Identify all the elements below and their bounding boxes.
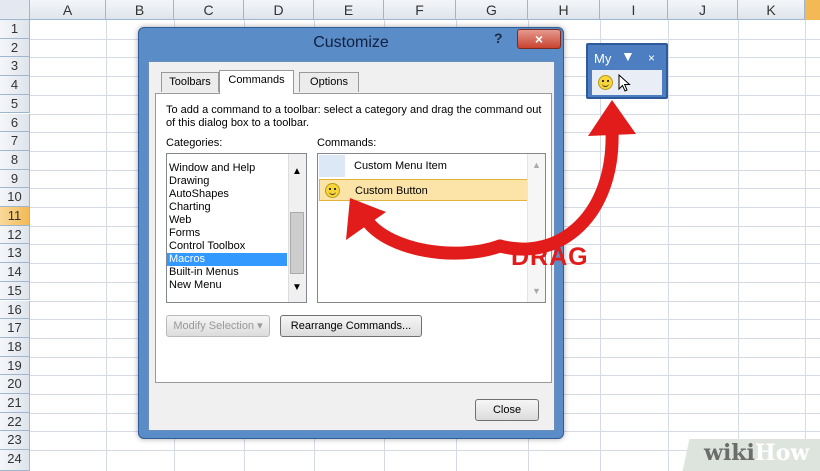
column-header-g[interactable]: G [456, 0, 528, 20]
row-header-5[interactable]: 5 [0, 94, 30, 114]
tab-options[interactable]: Options [299, 72, 359, 92]
dialog-client-area: Toolbars Commands Options To add a comma… [148, 61, 555, 431]
list-item[interactable]: Built-in Menus [167, 266, 287, 279]
row-header-8[interactable]: 8 [0, 150, 30, 170]
row-header-10[interactable]: 10 [0, 188, 30, 207]
row-header-4[interactable]: 4 [0, 76, 30, 95]
toolbar-title: My [594, 51, 612, 66]
row-header-19[interactable]: 19 [0, 356, 30, 376]
smiley-icon[interactable] [598, 75, 613, 90]
drag-label: DRAG [511, 243, 589, 271]
scroll-down-icon[interactable]: ▼ [532, 286, 541, 296]
row-header-15[interactable]: 15 [0, 281, 30, 301]
commands-tab-panel: To add a command to a toolbar: select a … [155, 93, 552, 383]
row-header-18[interactable]: 18 [0, 337, 30, 357]
column-header-e[interactable]: E [314, 0, 384, 20]
list-item[interactable]: Drawing [167, 175, 287, 188]
smiley-icon [320, 180, 346, 202]
commands-label: Commands: [317, 137, 377, 149]
row-header-3[interactable]: 3 [0, 57, 30, 77]
list-item[interactable]: AutoShapes [167, 188, 287, 201]
close-button[interactable]: Close [475, 399, 539, 421]
commands-list[interactable]: Custom Menu Item Custom Button ▲ ▼ [317, 153, 546, 303]
categories-list[interactable]: Window and Help Drawing AutoShapes Chart… [166, 153, 307, 303]
row-header-11[interactable]: 11 [0, 207, 30, 226]
commands-scrollbar[interactable]: ▲ ▼ [527, 154, 545, 302]
list-item[interactable]: Web [167, 214, 287, 227]
blank-icon [319, 155, 345, 177]
close-icon[interactable]: × [648, 51, 655, 65]
grid-line [805, 20, 806, 471]
watermark-logo: wikiHow [704, 440, 810, 466]
scrollbar-thumb[interactable] [290, 212, 304, 274]
row-header-1[interactable]: 1 [0, 20, 30, 39]
command-label: Custom Button [355, 185, 428, 197]
column-header-b[interactable]: B [106, 0, 174, 20]
command-custom-button[interactable]: Custom Button [319, 179, 529, 201]
scroll-up-icon[interactable]: ▲ [292, 166, 302, 177]
list-item[interactable]: Window and Help [167, 162, 287, 175]
row-header-23[interactable]: 23 [0, 431, 30, 451]
grid-line [738, 20, 739, 471]
list-item[interactable]: Control Toolbox [167, 240, 287, 253]
dialog-close-button[interactable]: × [517, 29, 561, 49]
row-header-17[interactable]: 17 [0, 319, 30, 338]
row-header-24[interactable]: 24 [0, 450, 30, 471]
modify-selection-button[interactable]: Modify Selection ▾ [166, 315, 270, 337]
categories-scrollbar[interactable]: ▲ ▼ [288, 154, 306, 302]
help-button[interactable]: ? [494, 30, 503, 46]
row-header-2[interactable]: 2 [0, 38, 30, 58]
row-header-6[interactable]: 6 [0, 113, 30, 133]
column-header-f[interactable]: F [384, 0, 456, 20]
categories-list-items: Window and Help Drawing AutoShapes Chart… [167, 162, 287, 292]
scroll-down-icon[interactable]: ▼ [292, 282, 302, 293]
column-header-j[interactable]: J [668, 0, 738, 20]
row-header-12[interactable]: 12 [0, 225, 30, 245]
chevron-down-icon[interactable]: ▼ [621, 48, 635, 64]
select-all-corner[interactable] [0, 0, 30, 20]
column-header-a[interactable]: A [30, 0, 106, 20]
grid-line [106, 20, 107, 471]
row-header-7[interactable]: 7 [0, 132, 30, 151]
command-label: Custom Menu Item [354, 160, 447, 172]
row-header-21[interactable]: 21 [0, 394, 30, 413]
column-header-i[interactable]: I [600, 0, 668, 20]
column-header-c[interactable]: C [174, 0, 244, 20]
cursor-icon [618, 74, 631, 92]
rearrange-commands-button[interactable]: Rearrange Commands... [280, 315, 422, 337]
instruction-text: To add a command to a toolbar: select a … [166, 104, 542, 129]
list-item-selected[interactable]: Macros [167, 253, 287, 266]
custom-toolbar[interactable]: My ▼ × [586, 43, 668, 99]
row-header-9[interactable]: 9 [0, 169, 30, 189]
tab-toolbars[interactable]: Toolbars [161, 72, 219, 92]
column-header-d[interactable]: D [244, 0, 314, 20]
row-header-20[interactable]: 20 [0, 375, 30, 394]
scroll-up-icon[interactable]: ▲ [532, 160, 541, 170]
column-header-k[interactable]: K [738, 0, 805, 20]
toolbar-body [592, 70, 662, 95]
list-item[interactable]: New Menu [167, 279, 287, 292]
categories-label: Categories: [166, 137, 223, 149]
row-header-16[interactable]: 16 [0, 300, 30, 320]
row-header-14[interactable]: 14 [0, 263, 30, 282]
list-item[interactable]: Charting [167, 201, 287, 214]
column-header-h[interactable]: H [528, 0, 600, 20]
command-custom-menu-item[interactable]: Custom Menu Item [319, 155, 529, 177]
customize-dialog: Customize ? × Toolbars Commands Options … [138, 27, 564, 439]
grid-line [668, 20, 669, 471]
tab-commands[interactable]: Commands [219, 70, 294, 94]
row-header-13[interactable]: 13 [0, 244, 30, 264]
selected-column-header-edge [805, 0, 820, 20]
list-item[interactable]: Forms [167, 227, 287, 240]
row-header-22[interactable]: 22 [0, 412, 30, 432]
